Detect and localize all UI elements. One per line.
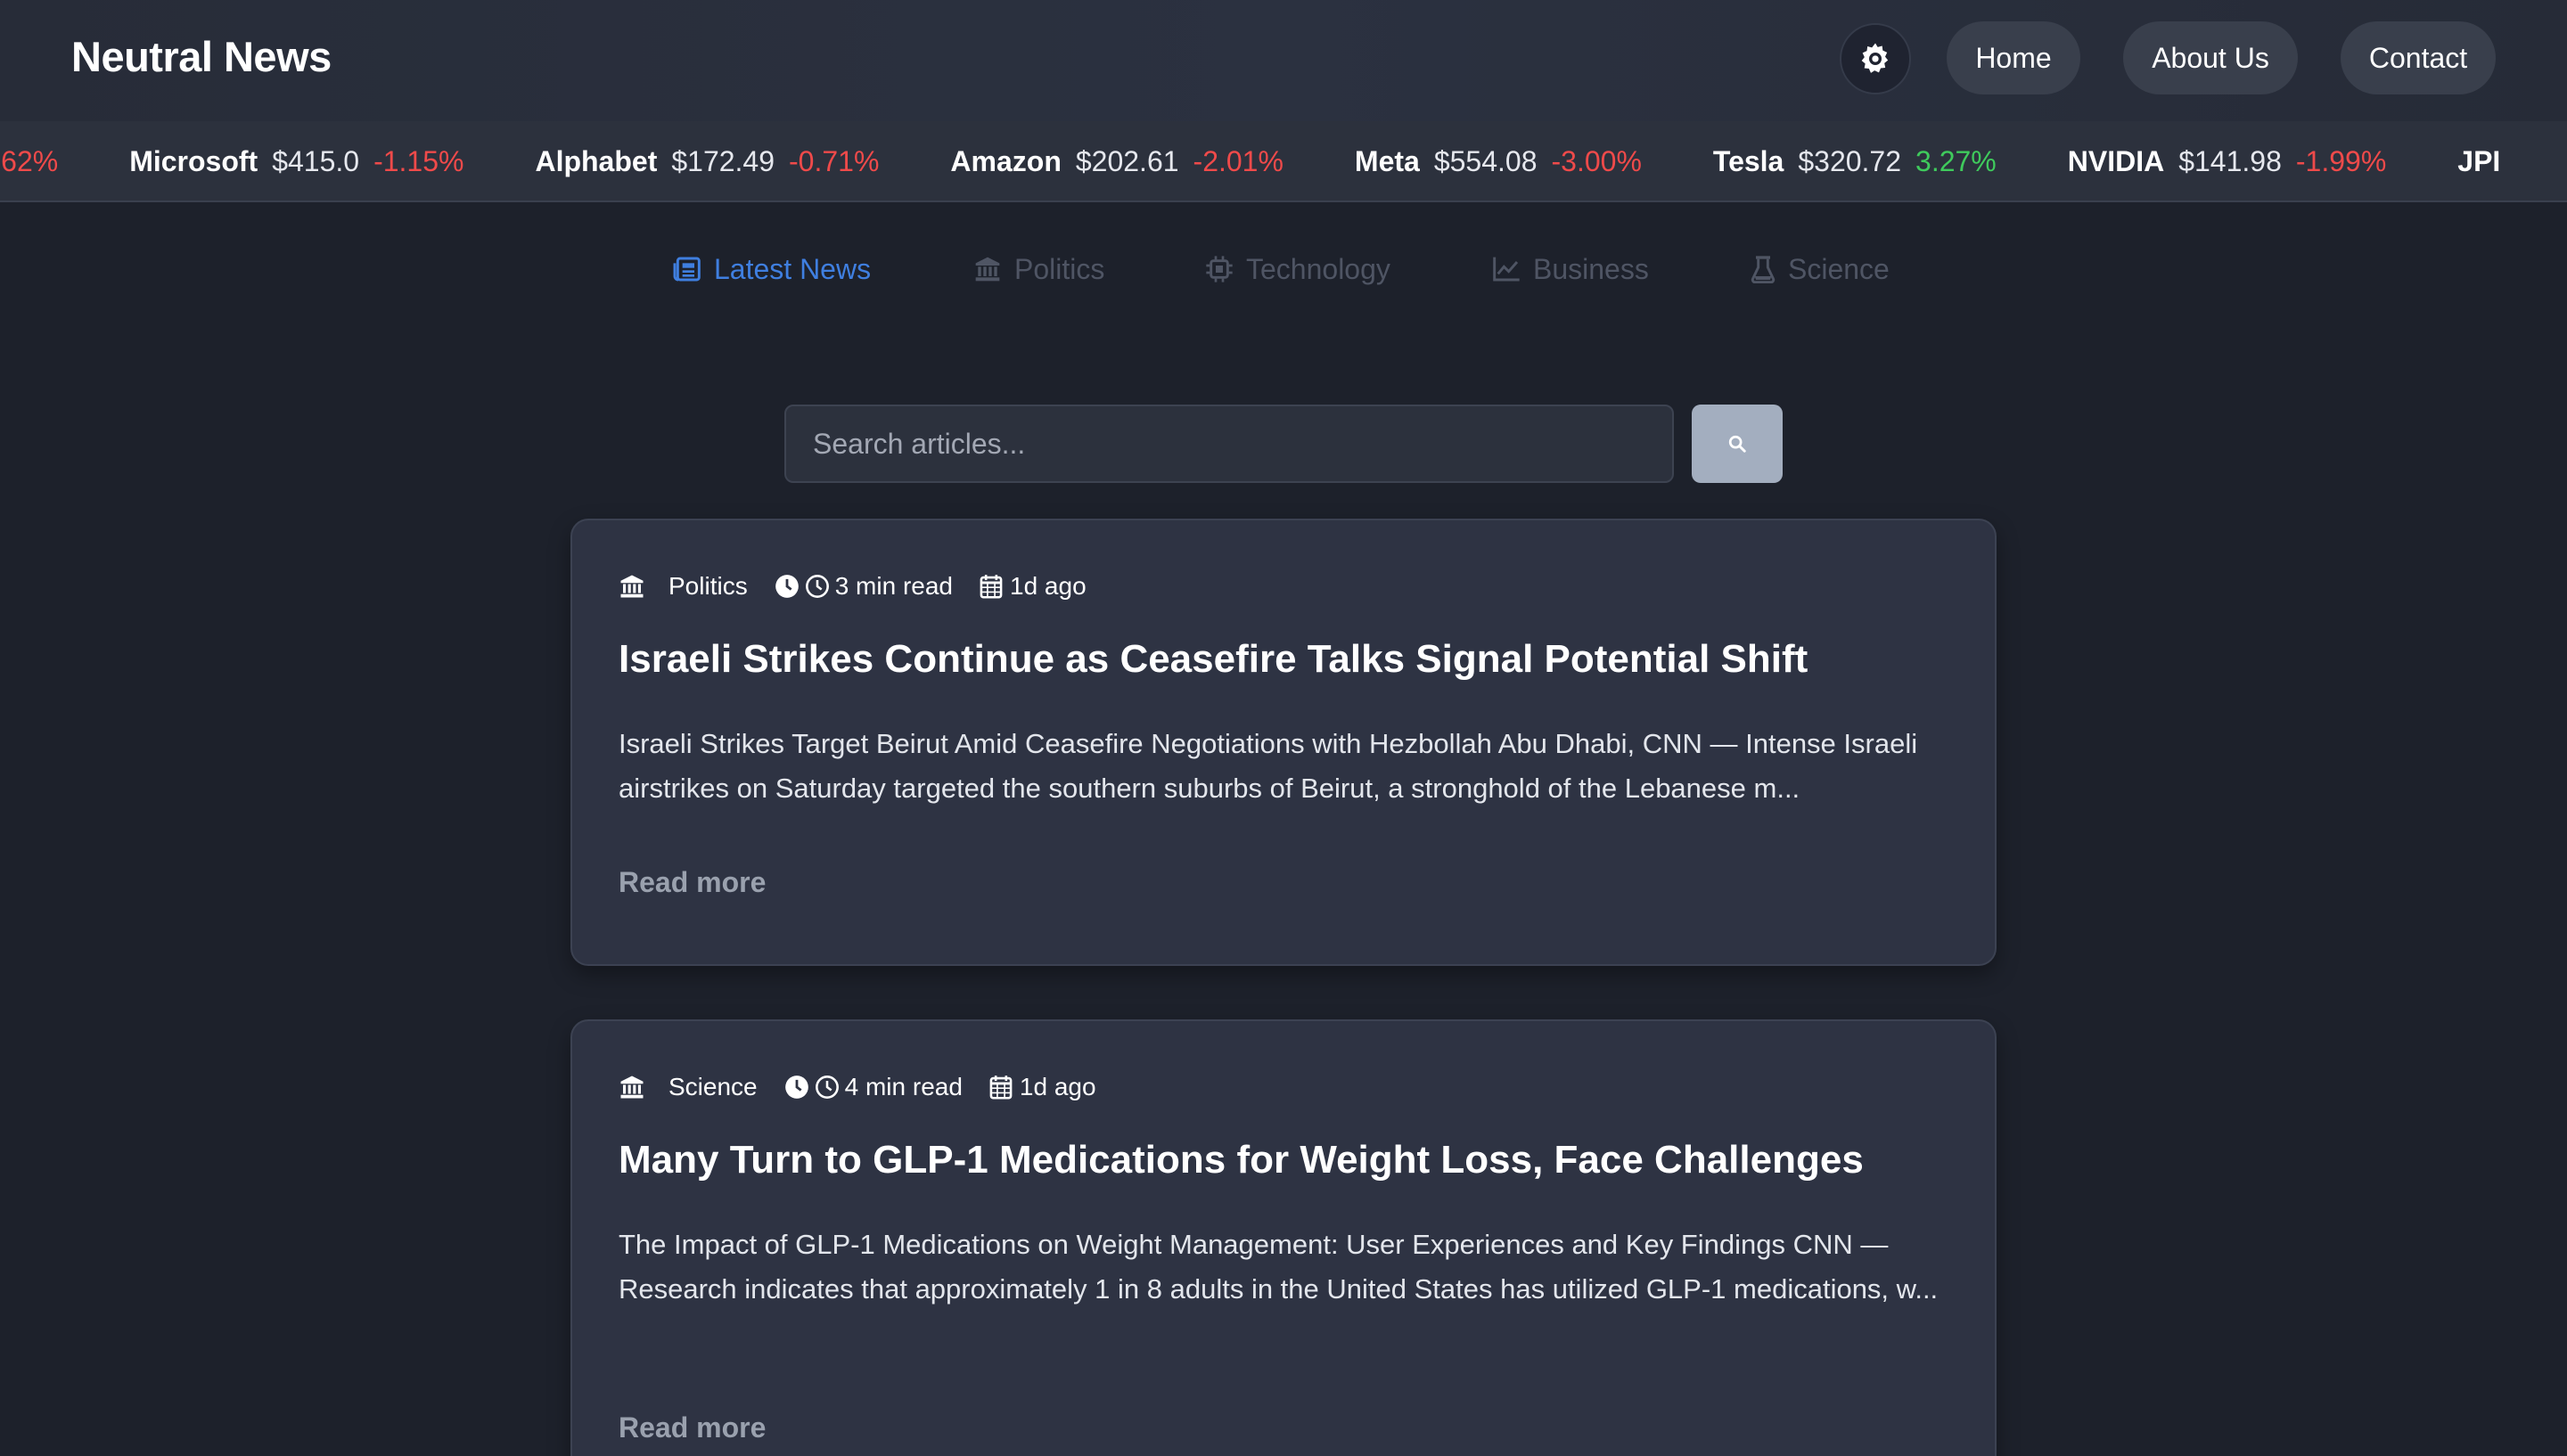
ticker-name: Alphabet xyxy=(535,145,658,177)
chip-icon xyxy=(1206,256,1233,282)
ticker-item[interactable]: Alphabet $172.49 -0.71% xyxy=(535,145,879,178)
flask-icon xyxy=(1751,256,1776,283)
ticker-price: $202.61 xyxy=(1075,145,1179,177)
landmark-icon xyxy=(975,257,1000,282)
article-read-time: 3 min read xyxy=(834,572,953,600)
article-meta: Politics 3 min read 1d ago xyxy=(619,568,1087,604)
ticker-item[interactable]: 0 -0.62% xyxy=(0,145,58,178)
ticker-change: -1.15% xyxy=(373,145,464,177)
clock-filled-icon xyxy=(775,575,799,598)
site-brand[interactable]: Neutral News xyxy=(71,32,332,81)
article-read-time: 4 min read xyxy=(844,1073,963,1100)
article-title[interactable]: Many Turn to GLP-1 Medications for Weigh… xyxy=(619,1137,1956,1184)
calendar-icon xyxy=(989,1076,1013,1100)
ticker-track: 0 -0.62% Microsoft $415.0 -1.15% Alphabe… xyxy=(0,121,2567,200)
ticker-name: Amazon xyxy=(950,145,1062,177)
ticker-item[interactable]: JPI xyxy=(2457,145,2514,178)
article-date: 1d ago xyxy=(1010,572,1087,600)
nav-home-button[interactable]: Home xyxy=(1947,21,2080,94)
tab-latest-news[interactable]: Latest News xyxy=(673,241,871,298)
article-excerpt: Israeli Strikes Target Beirut Amid Cease… xyxy=(619,728,1918,804)
search-input[interactable] xyxy=(784,405,1674,483)
search-icon xyxy=(1728,435,1746,453)
gear-icon xyxy=(1861,43,1889,73)
ticker-price: $172.49 xyxy=(671,145,775,177)
tab-label: Latest News xyxy=(714,252,872,285)
ticker-price: $320.72 xyxy=(1798,145,1902,177)
ticker-name: JPI xyxy=(2457,145,2501,177)
tab-business[interactable]: Business xyxy=(1492,241,1649,298)
ticker-item[interactable]: Microsoft $415.0 -1.15% xyxy=(129,145,463,178)
landmark-icon xyxy=(620,1076,644,1099)
clock-icon xyxy=(805,575,829,598)
ticker-change: -0.71% xyxy=(789,145,880,177)
chart-line-icon xyxy=(1493,257,1520,282)
ticker-name: Meta xyxy=(1354,145,1420,177)
tab-politics[interactable]: Politics xyxy=(973,241,1104,298)
clock-icon xyxy=(815,1076,839,1099)
tab-technology[interactable]: Technology xyxy=(1205,241,1390,298)
ticker-item[interactable]: Amazon $202.61 -2.01% xyxy=(950,145,1284,178)
ticker-price: $554.08 xyxy=(1433,145,1538,177)
article-date: 1d ago xyxy=(1019,1073,1096,1100)
ticker-price: $141.98 xyxy=(2178,145,2282,177)
ticker-change: -1.99% xyxy=(2295,145,2387,177)
tab-label: Business xyxy=(1533,252,1649,285)
tab-label: Science xyxy=(1788,252,1890,285)
newspaper-icon xyxy=(673,257,701,282)
landmark-icon xyxy=(620,575,644,598)
tab-label: Technology xyxy=(1246,252,1390,285)
search-button[interactable] xyxy=(1692,405,1783,483)
article-card[interactable]: Politics 3 min read 1d ago Israeli Strik… xyxy=(570,519,1997,966)
nav-contact-button[interactable]: Contact xyxy=(2341,21,2496,94)
article-excerpt: The Impact of GLP-1 Medications on Weigh… xyxy=(619,1229,1939,1305)
theme-toggle-button[interactable] xyxy=(1840,23,1911,94)
category-tabs: Latest News Politics Technology Business xyxy=(0,241,2567,298)
ticker-change: -2.01% xyxy=(1193,145,1284,177)
article-category: Science xyxy=(668,1073,758,1100)
ticker-name: NVIDIA xyxy=(2067,145,2165,177)
article-meta: Science 4 min read 1d ago xyxy=(619,1069,1096,1105)
ticker-name: Tesla xyxy=(1712,145,1784,177)
nav-about-button[interactable]: About Us xyxy=(2123,21,2298,94)
article-card[interactable]: Science 4 min read 1d ago Many Turn to G… xyxy=(570,1019,1997,1456)
ticker-change: 3.27% xyxy=(1915,145,1997,177)
stock-ticker: 0 -0.62% Microsoft $415.0 -1.15% Alphabe… xyxy=(0,121,2567,202)
ticker-name: Microsoft xyxy=(129,145,258,177)
ticker-item[interactable]: Meta $554.08 -3.00% xyxy=(1355,145,1642,178)
read-more-link[interactable]: Read more xyxy=(619,1411,766,1444)
tab-science[interactable]: Science xyxy=(1751,241,1890,298)
ticker-price: $415.0 xyxy=(272,145,360,177)
ticker-item[interactable]: Tesla $320.72 3.27% xyxy=(1713,145,1997,178)
read-more-link[interactable]: Read more xyxy=(619,866,766,899)
article-category: Politics xyxy=(668,572,748,600)
tab-label: Politics xyxy=(1014,252,1105,285)
clock-filled-icon xyxy=(784,1076,808,1099)
site-header: Neutral News Home About Us Contact xyxy=(0,0,2567,121)
ticker-item[interactable]: NVIDIA $141.98 -1.99% xyxy=(2068,145,2387,178)
ticker-change: -3.00% xyxy=(1551,145,1642,177)
article-title[interactable]: Israeli Strikes Continue as Ceasefire Ta… xyxy=(619,636,1956,683)
calendar-icon xyxy=(980,575,1003,599)
ticker-change: -0.62% xyxy=(0,145,59,177)
